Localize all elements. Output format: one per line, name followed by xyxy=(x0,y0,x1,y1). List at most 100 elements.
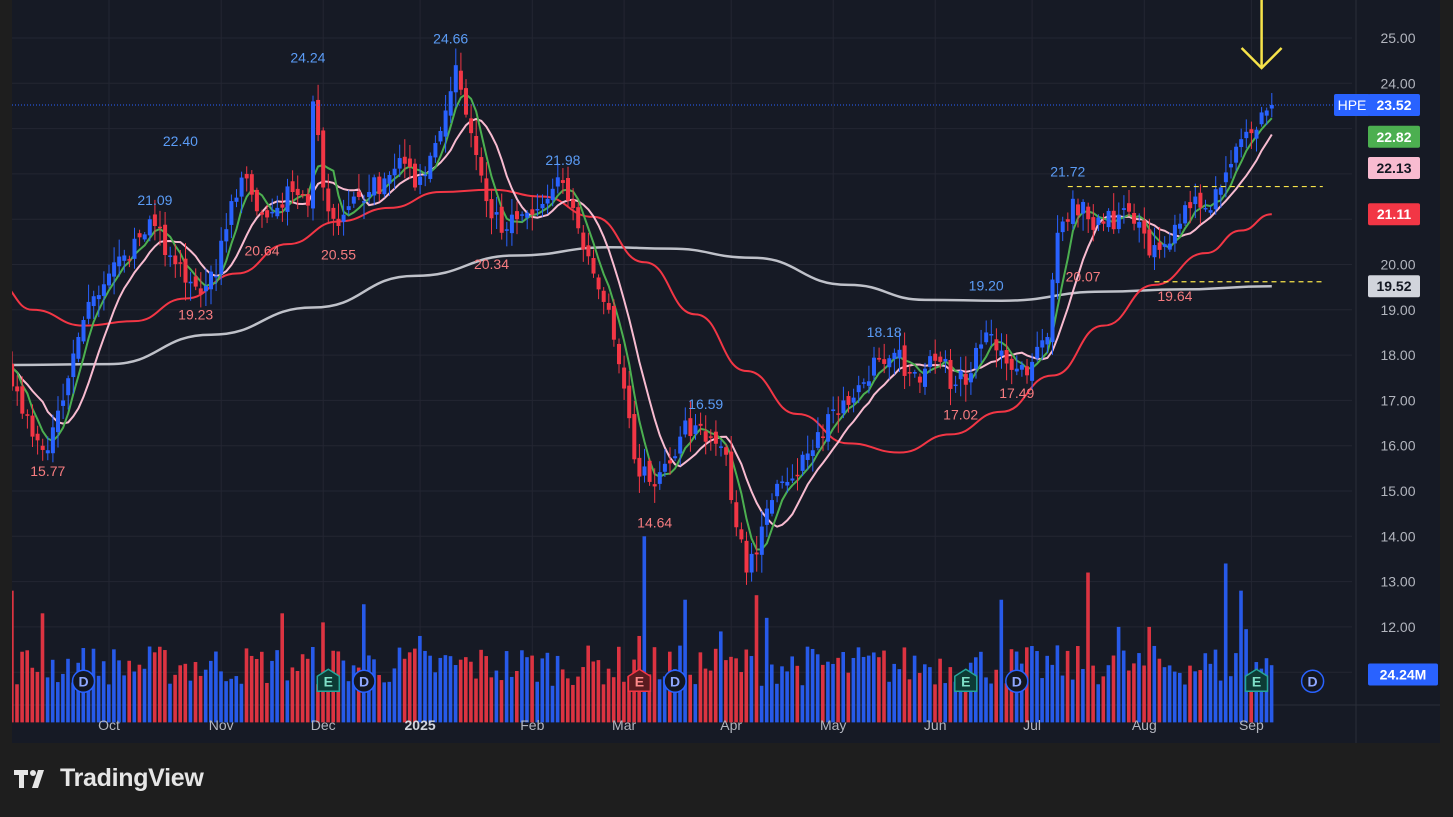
candle-body xyxy=(938,356,943,362)
candle-body xyxy=(469,118,474,134)
candle-body xyxy=(601,290,606,302)
volume-bar xyxy=(810,648,815,723)
candle-body xyxy=(713,431,718,444)
candle-body xyxy=(872,357,876,376)
candle-body xyxy=(520,214,525,216)
price-tag-label: 19.52 xyxy=(1376,278,1411,294)
candle-body xyxy=(1121,208,1126,210)
volume-bar xyxy=(489,677,494,723)
candle-body xyxy=(1269,105,1274,109)
tradingview-logo: TradingView xyxy=(14,764,204,793)
time-tick-label: Feb xyxy=(520,717,544,733)
volume-bar xyxy=(1127,670,1131,723)
volume-bar xyxy=(836,657,840,723)
volume-bar xyxy=(280,613,284,723)
volume-bar xyxy=(560,669,565,723)
volume-bar xyxy=(137,664,142,723)
volume-bar xyxy=(1004,683,1009,723)
volume-bar xyxy=(1147,626,1151,723)
candle-body xyxy=(744,540,749,573)
event-marker-label: D xyxy=(1308,673,1318,689)
candle-body xyxy=(1183,205,1188,224)
volume-bar xyxy=(244,648,249,723)
candle-body xyxy=(892,352,897,359)
chart-panel[interactable]: D E D E D E D E D 15.77 21.09 22.40 19.23 20.64 24.24… xyxy=(12,0,1440,743)
volume-bar xyxy=(540,658,545,723)
volume-bar xyxy=(1050,664,1055,723)
event-marker-label: E xyxy=(635,673,644,689)
candle-body xyxy=(785,481,790,486)
high-annotation: 21.72 xyxy=(1050,164,1085,180)
volume-bar xyxy=(1193,671,1197,723)
candle-body xyxy=(688,418,693,437)
volume-bar xyxy=(759,685,764,723)
candle-body xyxy=(611,305,616,340)
time-tick-label: Nov xyxy=(209,717,234,733)
volume-bar xyxy=(178,665,182,723)
price-tag-label: 22.13 xyxy=(1376,160,1411,176)
volume-bar xyxy=(1060,675,1065,723)
volume-bar xyxy=(443,655,448,723)
volume-bar xyxy=(402,658,407,723)
candle-body xyxy=(285,186,290,212)
volume-bar xyxy=(1106,665,1111,723)
volume-bar xyxy=(270,660,274,723)
volume-bar xyxy=(499,680,504,723)
volume-bar xyxy=(877,657,881,723)
candle-body xyxy=(622,367,627,389)
volume-bar xyxy=(239,683,244,723)
candle-body xyxy=(305,194,310,206)
candle-body xyxy=(504,229,509,231)
candle-body xyxy=(1264,110,1269,116)
volume-bar xyxy=(1040,678,1044,723)
candle-body xyxy=(127,259,132,261)
volume-bar xyxy=(739,671,743,723)
volume-bar xyxy=(555,655,560,723)
volume-bar xyxy=(188,680,193,723)
volume-bar xyxy=(1137,653,1141,723)
volume-bar xyxy=(407,652,412,723)
volume-bar xyxy=(780,666,784,723)
candle-body xyxy=(627,385,632,419)
candle-body xyxy=(158,226,162,229)
candle-body xyxy=(923,368,927,387)
candle-body xyxy=(265,210,270,218)
time-tick-label: Aug xyxy=(1132,717,1157,733)
volume-bar xyxy=(474,678,478,723)
volume-bar xyxy=(1086,572,1090,723)
volume-bar xyxy=(764,617,769,723)
volume-bar xyxy=(897,669,902,723)
price-chart[interactable]: D E D E D E D E D 15.77 21.09 22.40 19.23 20.64 24.24… xyxy=(12,0,1440,743)
volume-bar xyxy=(1152,645,1157,723)
volume-bar xyxy=(142,668,147,723)
candle-body xyxy=(1152,245,1157,258)
candle-body xyxy=(795,474,800,477)
candle-body xyxy=(851,397,856,403)
candle-body xyxy=(647,460,652,482)
volume-bar xyxy=(1142,665,1146,723)
candle-body xyxy=(117,256,122,267)
candle-body xyxy=(535,208,540,211)
volume-bar xyxy=(948,667,953,723)
candle-body xyxy=(448,91,453,116)
candle-body xyxy=(668,460,672,464)
candle-body xyxy=(407,158,412,168)
volume-bar xyxy=(504,651,509,723)
candle-body xyxy=(1101,221,1106,224)
time-tick-label: Sep xyxy=(1239,717,1264,733)
volume-bar xyxy=(984,677,988,723)
volume-bar xyxy=(591,661,596,723)
candle-body xyxy=(994,339,999,351)
candle-body xyxy=(331,207,336,219)
price-tick-label: 18.00 xyxy=(1380,347,1415,363)
high-annotation: 21.09 xyxy=(137,192,172,208)
volume-bar xyxy=(387,681,392,723)
price-tick-label: 16.00 xyxy=(1380,438,1415,454)
volume-bar xyxy=(229,678,233,723)
high-annotation: 18.18 xyxy=(867,324,902,340)
volume-bar xyxy=(305,658,310,723)
volume-bar xyxy=(127,660,131,723)
candle-body xyxy=(1223,172,1228,183)
volume-bar xyxy=(872,652,876,723)
high-annotation: 21.98 xyxy=(545,152,580,168)
